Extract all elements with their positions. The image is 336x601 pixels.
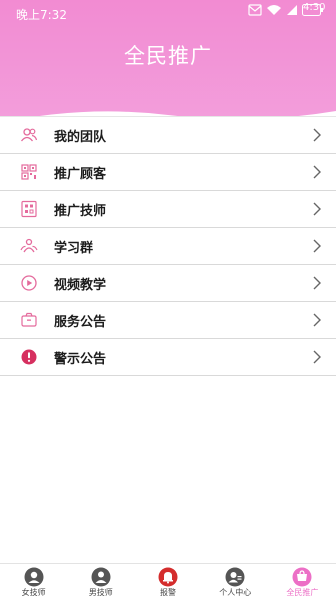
page-title: 全民推广: [124, 44, 212, 68]
tab-alarm[interactable]: 报警: [134, 564, 201, 601]
menu-item-label: 警示公告: [54, 352, 107, 367]
wifi-icon: [266, 4, 282, 16]
menu-item-promote-technician[interactable]: 推广技师: [0, 191, 336, 228]
tab-label: 个人中心: [219, 588, 252, 597]
signal-icon: [286, 4, 298, 16]
group-icon: [20, 237, 38, 255]
warning-icon: [20, 348, 38, 366]
promotion-menu: 我的团队 推广顾客 推广技师 学习群 视频教学 服务公告 警示公告: [0, 116, 336, 376]
tab-label: 全民推广: [286, 588, 319, 597]
tab-promotion[interactable]: 全民推广: [269, 564, 336, 601]
chevron-right-icon: [312, 312, 322, 328]
female-tech-icon: [24, 567, 44, 587]
menu-item-label: 视频教学: [54, 278, 107, 293]
menu-item-video-tutorial[interactable]: 视频教学: [0, 265, 336, 302]
chevron-right-icon: [312, 164, 322, 180]
chevron-right-icon: [312, 349, 322, 365]
tab-profile[interactable]: 个人中心: [202, 564, 269, 601]
alarm-bell-icon: [158, 567, 178, 587]
tab-label: 男技师: [88, 588, 113, 597]
tab-label: 女技师: [21, 588, 46, 597]
menu-item-label: 推广顾客: [54, 167, 107, 182]
menu-item-promote-customer[interactable]: 推广顾客: [0, 154, 336, 191]
notice-icon: [20, 311, 38, 329]
battery-icon: 4:30: [302, 2, 326, 16]
video-play-icon: [20, 274, 38, 292]
notification-icon: [248, 4, 262, 16]
qr-code-icon: [20, 200, 38, 218]
status-icons: 4:30: [248, 2, 326, 16]
menu-item-service-notice[interactable]: 服务公告: [0, 302, 336, 339]
bottom-tab-bar: 女技师 男技师 报警 个人中心 全民推广: [0, 563, 336, 601]
chevron-right-icon: [312, 127, 322, 143]
menu-item-my-team[interactable]: 我的团队: [0, 116, 336, 154]
tab-label: 报警: [160, 588, 176, 597]
menu-item-warning-notice[interactable]: 警示公告: [0, 339, 336, 376]
male-tech-icon: [91, 567, 111, 587]
tab-male-technician[interactable]: 男技师: [67, 564, 134, 601]
profile-icon: [225, 567, 245, 587]
menu-item-label: 服务公告: [54, 315, 107, 330]
chevron-right-icon: [312, 275, 322, 291]
chevron-right-icon: [312, 238, 322, 254]
status-time: 晚上7:32: [16, 8, 67, 22]
qr-code-icon: [20, 163, 38, 181]
team-icon: [20, 126, 38, 144]
status-bar: 晚上7:32 4:30: [0, 0, 336, 24]
chevron-right-icon: [312, 201, 322, 217]
menu-item-label: 推广技师: [54, 204, 107, 219]
menu-item-study-group[interactable]: 学习群: [0, 228, 336, 265]
menu-item-label: 我的团队: [54, 130, 107, 145]
promotion-icon: [292, 567, 312, 587]
battery-text: 4:30: [303, 2, 326, 13]
tab-female-technician[interactable]: 女技师: [0, 564, 67, 601]
menu-item-label: 学习群: [54, 241, 94, 256]
